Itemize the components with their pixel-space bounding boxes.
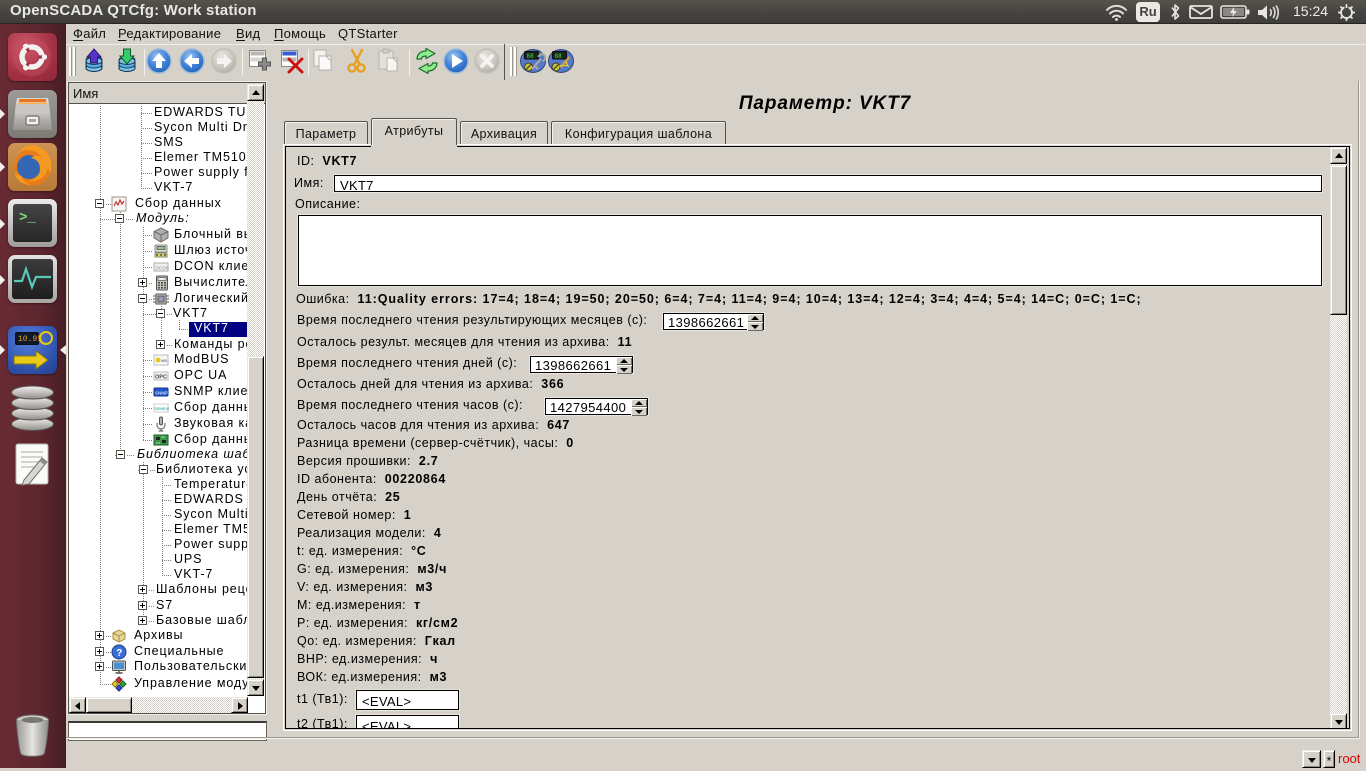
svg-text:88: 88 <box>527 53 535 60</box>
svg-text:88: 88 <box>555 53 563 60</box>
